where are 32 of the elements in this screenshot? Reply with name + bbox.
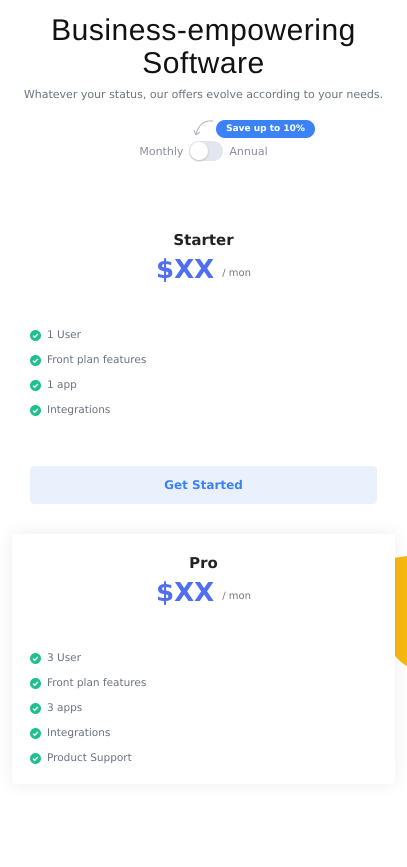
- feature-text: Front plan features: [47, 354, 146, 366]
- feature-text: Product Support: [47, 752, 132, 764]
- plan-price: $XX: [156, 578, 214, 608]
- check-icon: [30, 728, 41, 738]
- billing-toggle[interactable]: [189, 141, 224, 161]
- plan-name: Pro: [188, 554, 219, 572]
- feature-text: Front plan features: [47, 677, 146, 689]
- page-title: Business-empowering: [51, 14, 356, 47]
- feature-text: 1 User: [47, 329, 81, 341]
- check-icon: [30, 404, 41, 416]
- toggle-label: Monthly: [139, 144, 184, 158]
- toggle-label: Annual: [229, 144, 268, 158]
- page-title: Software: [142, 47, 265, 80]
- price-period: / mon: [222, 268, 251, 281]
- plan-price: $XX: [156, 255, 214, 285]
- discount-badge: Save up to 10%: [216, 120, 315, 138]
- feature-text: Integrations: [47, 404, 110, 416]
- feature-text: Integrations: [47, 727, 110, 739]
- feature-text: 3 apps: [47, 702, 82, 714]
- feature-text: 1 app: [47, 379, 77, 391]
- check-icon: [30, 330, 41, 340]
- get-started-button[interactable]: Get Started: [30, 466, 377, 504]
- check-icon: [30, 702, 41, 714]
- check-icon: [30, 380, 41, 390]
- check-icon: [30, 652, 41, 664]
- price-period: / mon: [222, 591, 251, 604]
- feature-text: 3 User: [47, 652, 81, 664]
- check-icon: [30, 752, 41, 764]
- check-icon: [30, 354, 41, 366]
- subtitle: Whatever your status, our offers evolve according to your needs.: [24, 88, 384, 101]
- plan-name: Starter: [172, 231, 235, 249]
- check-icon: [30, 678, 41, 688]
